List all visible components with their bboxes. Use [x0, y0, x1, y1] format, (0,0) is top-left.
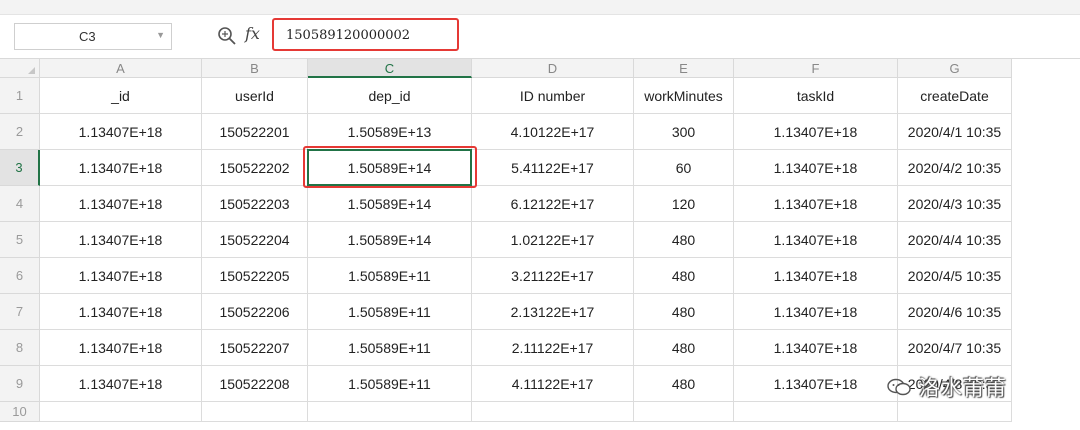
cell-f1[interactable]: taskId	[734, 78, 898, 114]
cell-c1[interactable]: dep_id	[308, 78, 472, 114]
cell-f2[interactable]: 1.13407E+18	[734, 114, 898, 150]
cell-g4[interactable]: 2020/4/3 10:35	[898, 186, 1012, 222]
cell-b7[interactable]: 150522206	[202, 294, 308, 330]
cell-e3[interactable]: 60	[634, 150, 734, 186]
cell-a4[interactable]: 1.13407E+18	[40, 186, 202, 222]
formula-value: 150589120000002	[286, 28, 411, 43]
cell-c3[interactable]: 1.50589E+14	[308, 150, 472, 186]
cell-e4[interactable]: 120	[634, 186, 734, 222]
cell-a3[interactable]: 1.13407E+18	[40, 150, 202, 186]
cell-f7[interactable]: 1.13407E+18	[734, 294, 898, 330]
select-all-corner[interactable]	[0, 59, 40, 78]
cell-d2[interactable]: 4.10122E+17	[472, 114, 634, 150]
cell-b5[interactable]: 150522204	[202, 222, 308, 258]
cell-f9[interactable]: 1.13407E+18	[734, 366, 898, 402]
cell-g6[interactable]: 2020/4/5 10:35	[898, 258, 1012, 294]
cell-f6[interactable]: 1.13407E+18	[734, 258, 898, 294]
cell-a5[interactable]: 1.13407E+18	[40, 222, 202, 258]
zoom-icon[interactable]	[216, 25, 238, 47]
column-header-d[interactable]: D	[472, 59, 634, 78]
cell-a6[interactable]: 1.13407E+18	[40, 258, 202, 294]
column-header-b[interactable]: B	[202, 59, 308, 78]
cell-b8[interactable]: 150522207	[202, 330, 308, 366]
row-header-1[interactable]: 1	[0, 78, 40, 114]
cell-e5[interactable]: 480	[634, 222, 734, 258]
cell-g2[interactable]: 2020/4/1 10:35	[898, 114, 1012, 150]
watermark-text: 洛水莆莆	[918, 377, 1007, 400]
cell-c8[interactable]: 1.50589E+11	[308, 330, 472, 366]
cell-g5[interactable]: 2020/4/4 10:35	[898, 222, 1012, 258]
cell-c10[interactable]	[308, 402, 472, 422]
row-header-4[interactable]: 4	[0, 186, 40, 222]
cell-a2[interactable]: 1.13407E+18	[40, 114, 202, 150]
cell-d1[interactable]: ID number	[472, 78, 634, 114]
cell-f4[interactable]: 1.13407E+18	[734, 186, 898, 222]
row-header-3[interactable]: 3	[0, 150, 40, 186]
cell-d4[interactable]: 6.12122E+17	[472, 186, 634, 222]
cell-a1[interactable]: _id	[40, 78, 202, 114]
row-header-6[interactable]: 6	[0, 258, 40, 294]
cell-g7[interactable]: 2020/4/6 10:35	[898, 294, 1012, 330]
cell-b1[interactable]: userId	[202, 78, 308, 114]
cell-e10[interactable]	[634, 402, 734, 422]
cell-f3[interactable]: 1.13407E+18	[734, 150, 898, 186]
cell-e1[interactable]: workMinutes	[634, 78, 734, 114]
cell-b3[interactable]: 150522202	[202, 150, 308, 186]
cell-c7[interactable]: 1.50589E+11	[308, 294, 472, 330]
cell-a7[interactable]: 1.13407E+18	[40, 294, 202, 330]
cell-f8[interactable]: 1.13407E+18	[734, 330, 898, 366]
cell-d8[interactable]: 2.11122E+17	[472, 330, 634, 366]
cell-g10[interactable]	[898, 402, 1012, 422]
cell-g1[interactable]: createDate	[898, 78, 1012, 114]
cell-e8[interactable]: 480	[634, 330, 734, 366]
cell-c6[interactable]: 1.50589E+11	[308, 258, 472, 294]
row-header-10[interactable]: 10	[0, 402, 40, 422]
cell-c4[interactable]: 1.50589E+14	[308, 186, 472, 222]
column-header-f[interactable]: F	[734, 59, 898, 78]
cell-g3[interactable]: 2020/4/2 10:35	[898, 150, 1012, 186]
cell-b10[interactable]	[202, 402, 308, 422]
row-header-7[interactable]: 7	[0, 294, 40, 330]
cell-c2[interactable]: 1.50589E+13	[308, 114, 472, 150]
name-box-value: C3	[79, 29, 96, 44]
cell-b9[interactable]: 150522208	[202, 366, 308, 402]
function-icon[interactable]: fx	[245, 24, 260, 43]
row-header-8[interactable]: 8	[0, 330, 40, 366]
cell-a8[interactable]: 1.13407E+18	[40, 330, 202, 366]
row-header-2[interactable]: 2	[0, 114, 40, 150]
cell-f10[interactable]	[734, 402, 898, 422]
formula-input[interactable]: 150589120000002	[272, 18, 459, 51]
cell-c5[interactable]: 1.50589E+14	[308, 222, 472, 258]
cell-e6[interactable]: 480	[634, 258, 734, 294]
formula-bar: C3 ▼ fx 150589120000002	[0, 15, 1080, 59]
wechat-icon	[887, 378, 911, 396]
cell-b6[interactable]: 150522205	[202, 258, 308, 294]
cell-b2[interactable]: 150522201	[202, 114, 308, 150]
column-header-c[interactable]: C	[308, 59, 472, 78]
cell-a9[interactable]: 1.13407E+18	[40, 366, 202, 402]
cell-c9[interactable]: 1.50589E+11	[308, 366, 472, 402]
cell-e2[interactable]: 300	[634, 114, 734, 150]
cell-g8[interactable]: 2020/4/7 10:35	[898, 330, 1012, 366]
cell-f5[interactable]: 1.13407E+18	[734, 222, 898, 258]
row-header-9[interactable]: 9	[0, 366, 40, 402]
column-header-e[interactable]: E	[634, 59, 734, 78]
cell-d9[interactable]: 4.11122E+17	[472, 366, 634, 402]
column-header-g[interactable]: G	[898, 59, 1012, 78]
cell-d3[interactable]: 5.41122E+17	[472, 150, 634, 186]
watermark: 洛水莆莆	[886, 372, 1007, 402]
column-header-a[interactable]: A	[40, 59, 202, 78]
row-header-5[interactable]: 5	[0, 222, 40, 258]
cell-d7[interactable]: 2.13122E+17	[472, 294, 634, 330]
chevron-down-icon[interactable]: ▼	[156, 30, 165, 40]
cell-d5[interactable]: 1.02122E+17	[472, 222, 634, 258]
top-toolbar-strip	[0, 0, 1080, 15]
name-box[interactable]: C3 ▼	[14, 23, 172, 50]
cell-d6[interactable]: 3.21122E+17	[472, 258, 634, 294]
cell-d10[interactable]	[472, 402, 634, 422]
cell-a10[interactable]	[40, 402, 202, 422]
cell-e9[interactable]: 480	[634, 366, 734, 402]
cell-e7[interactable]: 480	[634, 294, 734, 330]
cell-b4[interactable]: 150522203	[202, 186, 308, 222]
